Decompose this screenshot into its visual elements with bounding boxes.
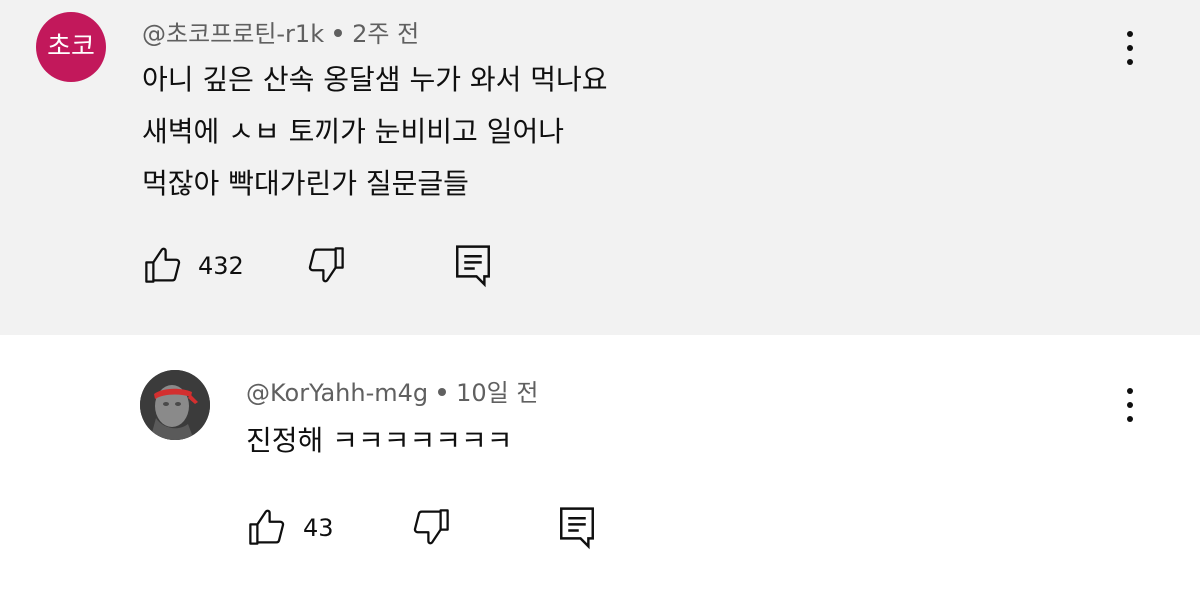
comment-item: @KorYahh-m4g 10일 전 진정해 ㅋㅋㅋㅋㅋㅋㅋ 43 xyxy=(0,335,1200,608)
more-options-button[interactable] xyxy=(1120,28,1140,68)
comment-line: 먹잖아 빡대가린가 질문글들 xyxy=(142,167,469,200)
like-button[interactable] xyxy=(246,506,288,548)
thumb-down-icon xyxy=(308,247,344,283)
timestamp[interactable]: 10일 전 xyxy=(456,379,538,407)
reply-button[interactable] xyxy=(452,241,494,289)
comment-line: 진정해 ㅋㅋㅋㅋㅋㅋㅋ xyxy=(246,424,513,457)
reply-icon xyxy=(456,245,490,288)
comment-item: 초코 @초코프로틴-r1k 2주 전 아니 깊은 산속 옹달샘 누가 와서 먹나요… xyxy=(0,0,1200,335)
avatar[interactable]: 초코 xyxy=(36,12,106,82)
author-name[interactable]: @KorYahh-m4g xyxy=(246,379,428,407)
reply-button[interactable] xyxy=(556,503,598,551)
more-vertical-icon-dot xyxy=(1127,45,1133,51)
comment-line: 아니 깊은 산속 옹달샘 누가 와서 먹나요 xyxy=(142,63,608,96)
author-name[interactable]: @초코프로틴-r1k xyxy=(142,20,324,48)
dislike-button[interactable] xyxy=(305,244,347,286)
more-vertical-icon xyxy=(1127,31,1133,37)
comment-meta: @KorYahh-m4g 10일 전 xyxy=(246,373,538,408)
like-count: 43 xyxy=(303,514,334,542)
timestamp[interactable]: 2주 전 xyxy=(352,20,419,48)
like-button[interactable] xyxy=(142,244,184,286)
more-vertical-icon-dot xyxy=(1127,416,1133,422)
separator-dot xyxy=(438,388,447,396)
thumb-up-icon xyxy=(145,247,181,283)
comment-text: 아니 깊은 산속 옹달샘 누가 와서 먹나요 새벽에 ㅅㅂ 토끼가 눈비비고 일… xyxy=(142,54,608,210)
comment-text: 진정해 ㅋㅋㅋㅋㅋㅋㅋ xyxy=(246,415,513,467)
more-vertical-icon-dot xyxy=(1127,59,1133,65)
comment-meta: @초코프로틴-r1k 2주 전 xyxy=(142,14,419,49)
dislike-button[interactable] xyxy=(410,506,452,548)
comment-line: 새벽에 ㅅㅂ 토끼가 눈비비고 일어나 xyxy=(142,115,565,148)
like-count: 432 xyxy=(198,252,244,280)
avatar[interactable] xyxy=(140,370,210,440)
reply-icon xyxy=(560,507,594,550)
thumb-down-icon xyxy=(413,509,449,545)
more-vertical-icon xyxy=(1127,388,1133,394)
thumb-up-icon xyxy=(249,509,285,545)
separator-dot xyxy=(334,29,343,37)
more-vertical-icon-dot xyxy=(1127,402,1133,408)
more-options-button[interactable] xyxy=(1120,385,1140,425)
avatar-image xyxy=(140,370,210,440)
